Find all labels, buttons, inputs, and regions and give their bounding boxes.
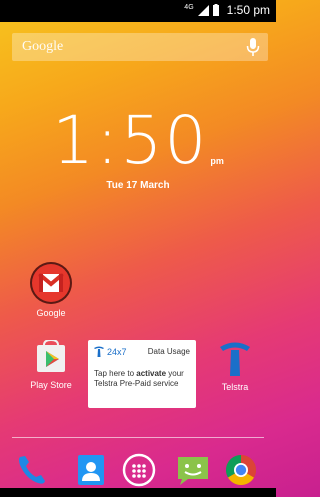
widget-title: Data Usage — [147, 347, 190, 356]
clock-widget[interactable]: 1:50 pm — [0, 108, 276, 174]
telstra-24x7-brand: 24x7 — [94, 346, 127, 357]
widget-body-bold: activate — [136, 369, 167, 378]
phone-icon[interactable] — [14, 453, 48, 487]
chrome-icon[interactable] — [224, 453, 258, 487]
play-store-app[interactable]: Play Store — [26, 338, 76, 390]
telstra-icon — [220, 342, 250, 376]
telstra-data-usage-widget[interactable]: 24x7 Data Usage Tap here to activate you… — [88, 340, 196, 408]
google-search-bar[interactable]: Google — [12, 33, 268, 61]
telstra-label: Telstra — [221, 382, 249, 392]
messaging-icon[interactable] — [176, 453, 210, 487]
clock-time: 1:50 — [52, 102, 209, 179]
battery-icon — [212, 4, 219, 16]
clock-ampm: pm — [210, 156, 224, 166]
widget-body: Tap here to activate your Telstra Pre-Pa… — [88, 357, 196, 389]
signal-icon — [197, 4, 209, 16]
date-label: Tue 17 March — [106, 180, 170, 191]
app-drawer-icon[interactable] — [122, 453, 156, 487]
google-app[interactable]: Google — [28, 262, 74, 318]
google-app-label: Google — [36, 308, 66, 318]
navigation-bar — [0, 488, 276, 497]
dock — [0, 447, 276, 487]
mic-icon[interactable] — [246, 38, 260, 56]
widget-body-prefix: Tap here to — [94, 369, 137, 378]
dock-divider — [12, 437, 264, 438]
play-store-label: Play Store — [30, 380, 72, 390]
telstra-logo-icon — [94, 346, 104, 357]
play-store-icon — [37, 338, 65, 372]
contacts-icon[interactable] — [74, 453, 108, 487]
status-icons: 4G 1:50 pm — [184, 3, 270, 17]
search-label: Google — [22, 39, 64, 54]
network-type-label: 4G — [184, 3, 194, 11]
telstra-app[interactable]: Telstra — [212, 340, 258, 392]
widget-brand-label: 24x7 — [107, 346, 127, 357]
status-bar: 4G 1:50 pm — [0, 0, 276, 22]
status-clock: 1:50 pm — [226, 3, 270, 17]
gmail-icon — [30, 262, 72, 304]
